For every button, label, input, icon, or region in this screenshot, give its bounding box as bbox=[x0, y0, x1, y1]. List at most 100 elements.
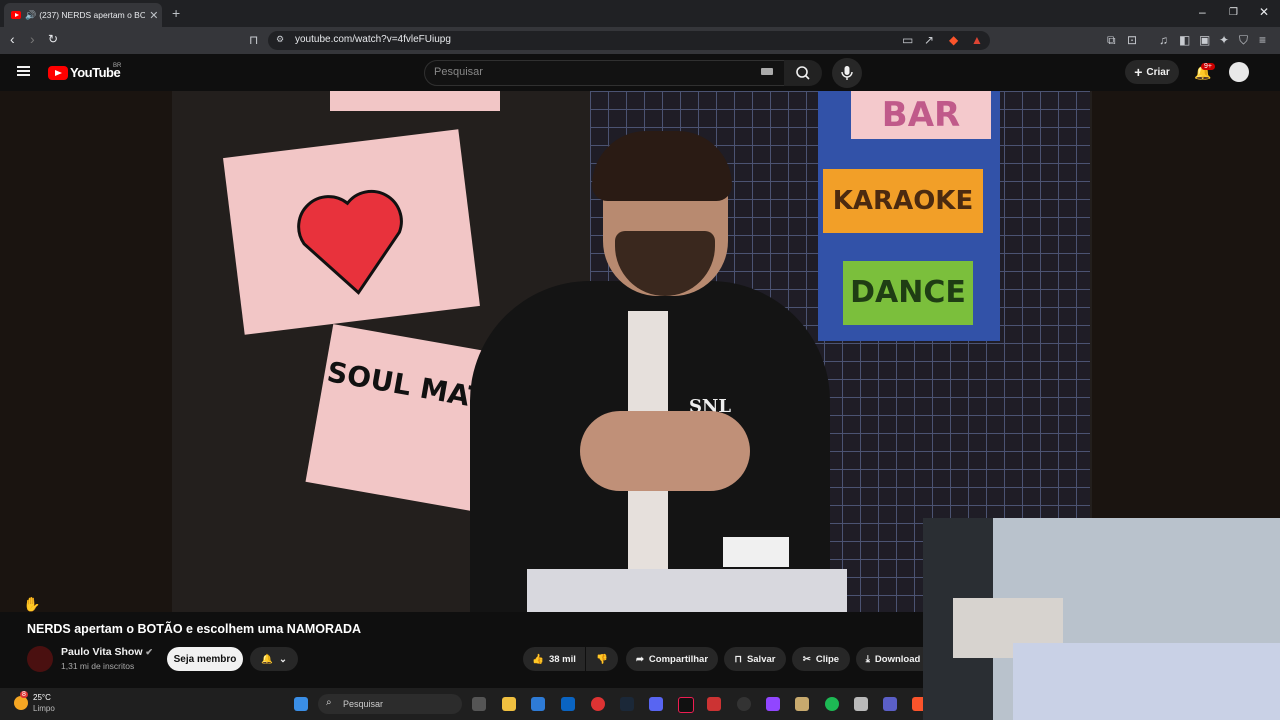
webcam-bed bbox=[1013, 643, 1280, 720]
brave-rewards-icon[interactable]: ▲ bbox=[971, 33, 983, 47]
youtube-favicon-icon bbox=[11, 11, 21, 19]
subscriber-count: 1,31 mi de inscritos bbox=[61, 661, 135, 671]
create-button[interactable]: + Criar bbox=[1125, 60, 1179, 84]
clip-label: Clipe bbox=[815, 653, 840, 665]
vpn-icon[interactable]: ⛉ bbox=[1239, 33, 1248, 48]
brave-shield-icon[interactable]: ◆ bbox=[949, 33, 958, 47]
task-view-icon[interactable] bbox=[472, 697, 486, 711]
app-icon[interactable] bbox=[854, 697, 868, 711]
reload-icon[interactable]: ↻ bbox=[48, 32, 58, 46]
new-tab-button[interactable]: + bbox=[172, 5, 180, 21]
plus-icon: + bbox=[1134, 64, 1143, 80]
thumbs-down-icon: 👎 bbox=[596, 653, 608, 665]
tab-title: (237) NERDS apertam o BOTÃ bbox=[39, 10, 146, 20]
bell-icon: 🔔 bbox=[261, 653, 273, 665]
person-hair bbox=[592, 131, 732, 201]
download-icon: ⤓ bbox=[865, 653, 870, 665]
webcam-overlay bbox=[923, 518, 1280, 720]
keyboard-icon[interactable] bbox=[761, 68, 773, 75]
spotify-icon[interactable] bbox=[825, 697, 839, 711]
hamburger-menu-icon[interactable] bbox=[17, 66, 30, 76]
top-poster bbox=[330, 91, 500, 111]
temperature: 25°C bbox=[33, 693, 51, 702]
heart-illustration bbox=[297, 189, 403, 295]
taskbar-search-icon: ⌕ bbox=[326, 697, 332, 708]
dance-sign: DANCE bbox=[843, 261, 973, 325]
outlook-icon[interactable] bbox=[561, 697, 575, 711]
url-text: youtube.com/watch?v=4fvleFUiupg bbox=[295, 34, 451, 45]
cast-icon[interactable]: ▭ bbox=[902, 33, 913, 47]
person-hands bbox=[580, 411, 750, 491]
notification-badge: 9+ bbox=[1201, 63, 1215, 70]
like-count: 38 mil bbox=[548, 653, 576, 665]
chevron-down-icon: ⌄ bbox=[278, 653, 287, 665]
search-button[interactable] bbox=[784, 60, 822, 86]
weather-icon[interactable] bbox=[14, 696, 28, 710]
clip-button[interactable]: ✂ Clipe bbox=[792, 647, 850, 671]
menu-icon[interactable]: ≡ bbox=[1259, 33, 1266, 47]
store-icon[interactable] bbox=[531, 697, 545, 711]
save-button[interactable]: ⊓ Salvar bbox=[724, 647, 786, 671]
search-icon bbox=[796, 66, 810, 80]
close-tab-icon[interactable]: ✕ bbox=[149, 9, 158, 22]
voice-search-button[interactable] bbox=[832, 58, 862, 88]
share-button[interactable]: ➦ Compartilhar bbox=[626, 647, 718, 671]
steam-icon[interactable] bbox=[620, 697, 634, 711]
twitch-icon[interactable] bbox=[766, 697, 780, 711]
opera-icon[interactable] bbox=[591, 697, 605, 711]
dislike-button[interactable]: 👎 bbox=[586, 647, 618, 671]
share-page-icon[interactable]: ↗ bbox=[924, 33, 934, 47]
discord-icon[interactable] bbox=[649, 697, 663, 711]
browser-tab[interactable]: 🔊 (237) NERDS apertam o BOTÃ ✕ bbox=[4, 3, 162, 27]
window-close-button[interactable]: ✕ bbox=[1259, 5, 1269, 19]
share-label: Compartilhar bbox=[648, 653, 709, 665]
tournament-app-icon[interactable] bbox=[707, 697, 721, 711]
like-button[interactable]: 👍 38 mil bbox=[523, 647, 585, 671]
sidebar-icon[interactable]: ◧ bbox=[1179, 33, 1190, 47]
desk-boxes bbox=[723, 537, 789, 567]
join-button[interactable]: Seja membro bbox=[167, 647, 243, 671]
teams-icon[interactable] bbox=[883, 697, 897, 711]
scissors-icon: ✂ bbox=[802, 653, 811, 665]
screenshot-icon[interactable]: ⊡ bbox=[1127, 33, 1137, 47]
bar-sign: BAR bbox=[851, 91, 991, 139]
save-icon: ⊓ bbox=[734, 653, 742, 665]
wallet-icon[interactable]: ▣ bbox=[1199, 33, 1210, 47]
speaker-icon: 🔊 bbox=[25, 9, 37, 20]
taskbar-search[interactable] bbox=[318, 694, 462, 714]
channel-avatar[interactable] bbox=[27, 646, 53, 672]
obs-icon[interactable] bbox=[737, 697, 751, 711]
league-icon[interactable] bbox=[795, 697, 809, 711]
bookmark-icon[interactable]: ⊓ bbox=[249, 33, 258, 47]
create-label: Criar bbox=[1146, 66, 1170, 78]
site-info-icon[interactable]: ⚙ bbox=[276, 34, 284, 45]
heart-poster bbox=[223, 129, 480, 335]
video-title: NERDS apertam o BOTÃO e escolhem uma NAM… bbox=[27, 622, 362, 636]
leo-icon[interactable]: ✦ bbox=[1219, 33, 1229, 47]
subscription-bell-button[interactable]: 🔔 ⌄ bbox=[250, 647, 298, 671]
download-label: Download bbox=[874, 653, 921, 665]
back-icon[interactable]: ‹ bbox=[10, 31, 15, 47]
file-explorer-icon[interactable] bbox=[502, 697, 516, 711]
search-placeholder: Pesquisar bbox=[434, 66, 483, 78]
desk bbox=[527, 569, 847, 612]
save-label: Salvar bbox=[746, 653, 776, 665]
karaoke-sign: KARAOKE bbox=[823, 169, 983, 233]
channel-name-text: Paulo Vita Show bbox=[61, 646, 143, 658]
restore-button[interactable]: ❐ bbox=[1229, 7, 1238, 18]
windows-start-icon[interactable] bbox=[294, 697, 308, 711]
weather-condition: Limpo bbox=[33, 704, 55, 713]
region-code: BR bbox=[113, 63, 122, 69]
mouse-cursor-icon: ✋ bbox=[23, 596, 41, 612]
download-button[interactable]: ⤓ Download bbox=[856, 647, 930, 671]
extensions-icon[interactable]: ⧉ bbox=[1107, 33, 1116, 48]
tiktok-icon[interactable] bbox=[678, 697, 694, 713]
share-icon: ➦ bbox=[635, 653, 644, 665]
minimize-button[interactable]: – bbox=[1199, 5, 1206, 19]
youtube-logo-icon[interactable] bbox=[48, 66, 68, 80]
user-avatar[interactable] bbox=[1229, 62, 1249, 82]
media-icon[interactable]: ♫ bbox=[1159, 33, 1168, 47]
forward-icon[interactable]: › bbox=[30, 31, 35, 47]
browser-tab-bar bbox=[0, 0, 1280, 27]
channel-name[interactable]: Paulo Vita Show ✔ bbox=[61, 646, 153, 658]
